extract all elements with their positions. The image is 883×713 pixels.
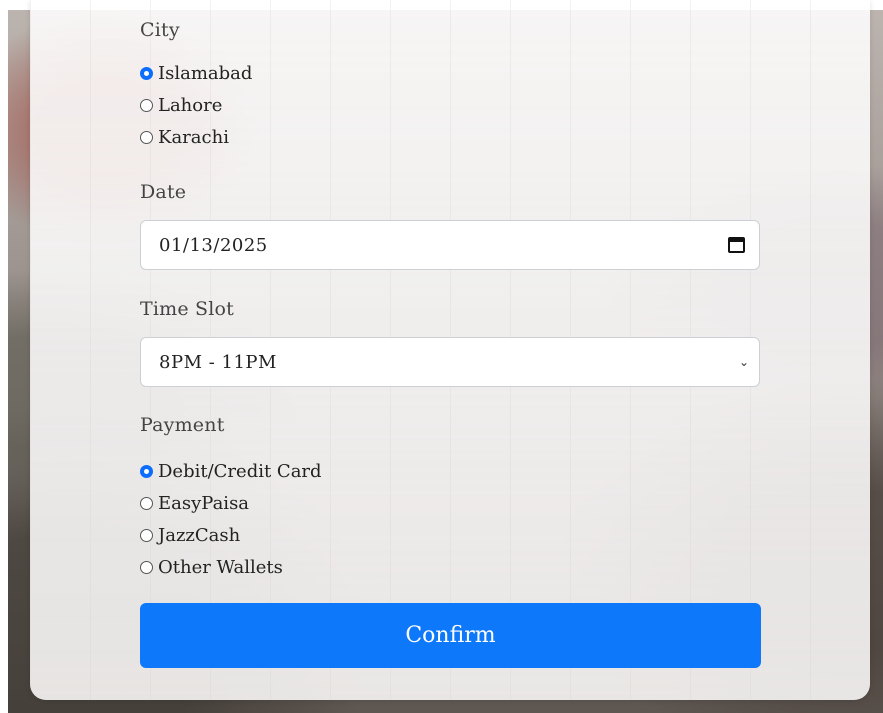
background-left-edge [0,0,8,713]
radio-icon[interactable] [140,130,153,144]
confirm-button[interactable]: Confirm [140,603,761,668]
payment-option-label: Other Wallets [158,556,283,578]
city-option-label: Islamabad [158,62,253,84]
city-option-lahore[interactable]: Lahore [140,93,222,117]
booking-form-card: City Islamabad Lahore Karachi Date 01/13… [30,0,870,700]
time-slot-label: Time Slot [140,298,235,320]
radio-icon[interactable] [140,496,153,510]
calendar-icon[interactable] [728,237,745,253]
payment-option-label: JazzCash [158,524,241,546]
city-option-islamabad[interactable]: Islamabad [140,61,252,85]
time-slot-select[interactable]: 8PM - 11PM ⌄ [140,337,760,387]
city-option-karachi[interactable]: Karachi [140,125,229,149]
city-option-label: Karachi [158,126,229,148]
radio-icon[interactable] [140,560,153,574]
chevron-down-icon: ⌄ [738,355,749,369]
date-input[interactable]: 01/13/2025 [140,220,760,270]
radio-checked-icon[interactable] [140,66,153,80]
radio-checked-icon[interactable] [140,464,153,478]
city-option-label: Lahore [158,94,223,116]
payment-option-other-wallets[interactable]: Other Wallets [140,555,283,579]
time-slot-value: 8PM - 11PM [159,351,277,373]
date-label: Date [140,181,187,203]
payment-option-label: EasyPaisa [158,492,250,514]
payment-option-jazzcash[interactable]: JazzCash [140,523,240,547]
payment-option-label: Debit/Credit Card [158,460,322,482]
radio-icon[interactable] [140,98,153,112]
city-label: City [140,19,180,41]
payment-option-card[interactable]: Debit/Credit Card [140,459,322,483]
date-value: 01/13/2025 [159,234,268,256]
payment-label: Payment [140,414,225,436]
radio-icon[interactable] [140,528,153,542]
payment-option-easypaisa[interactable]: EasyPaisa [140,491,249,515]
